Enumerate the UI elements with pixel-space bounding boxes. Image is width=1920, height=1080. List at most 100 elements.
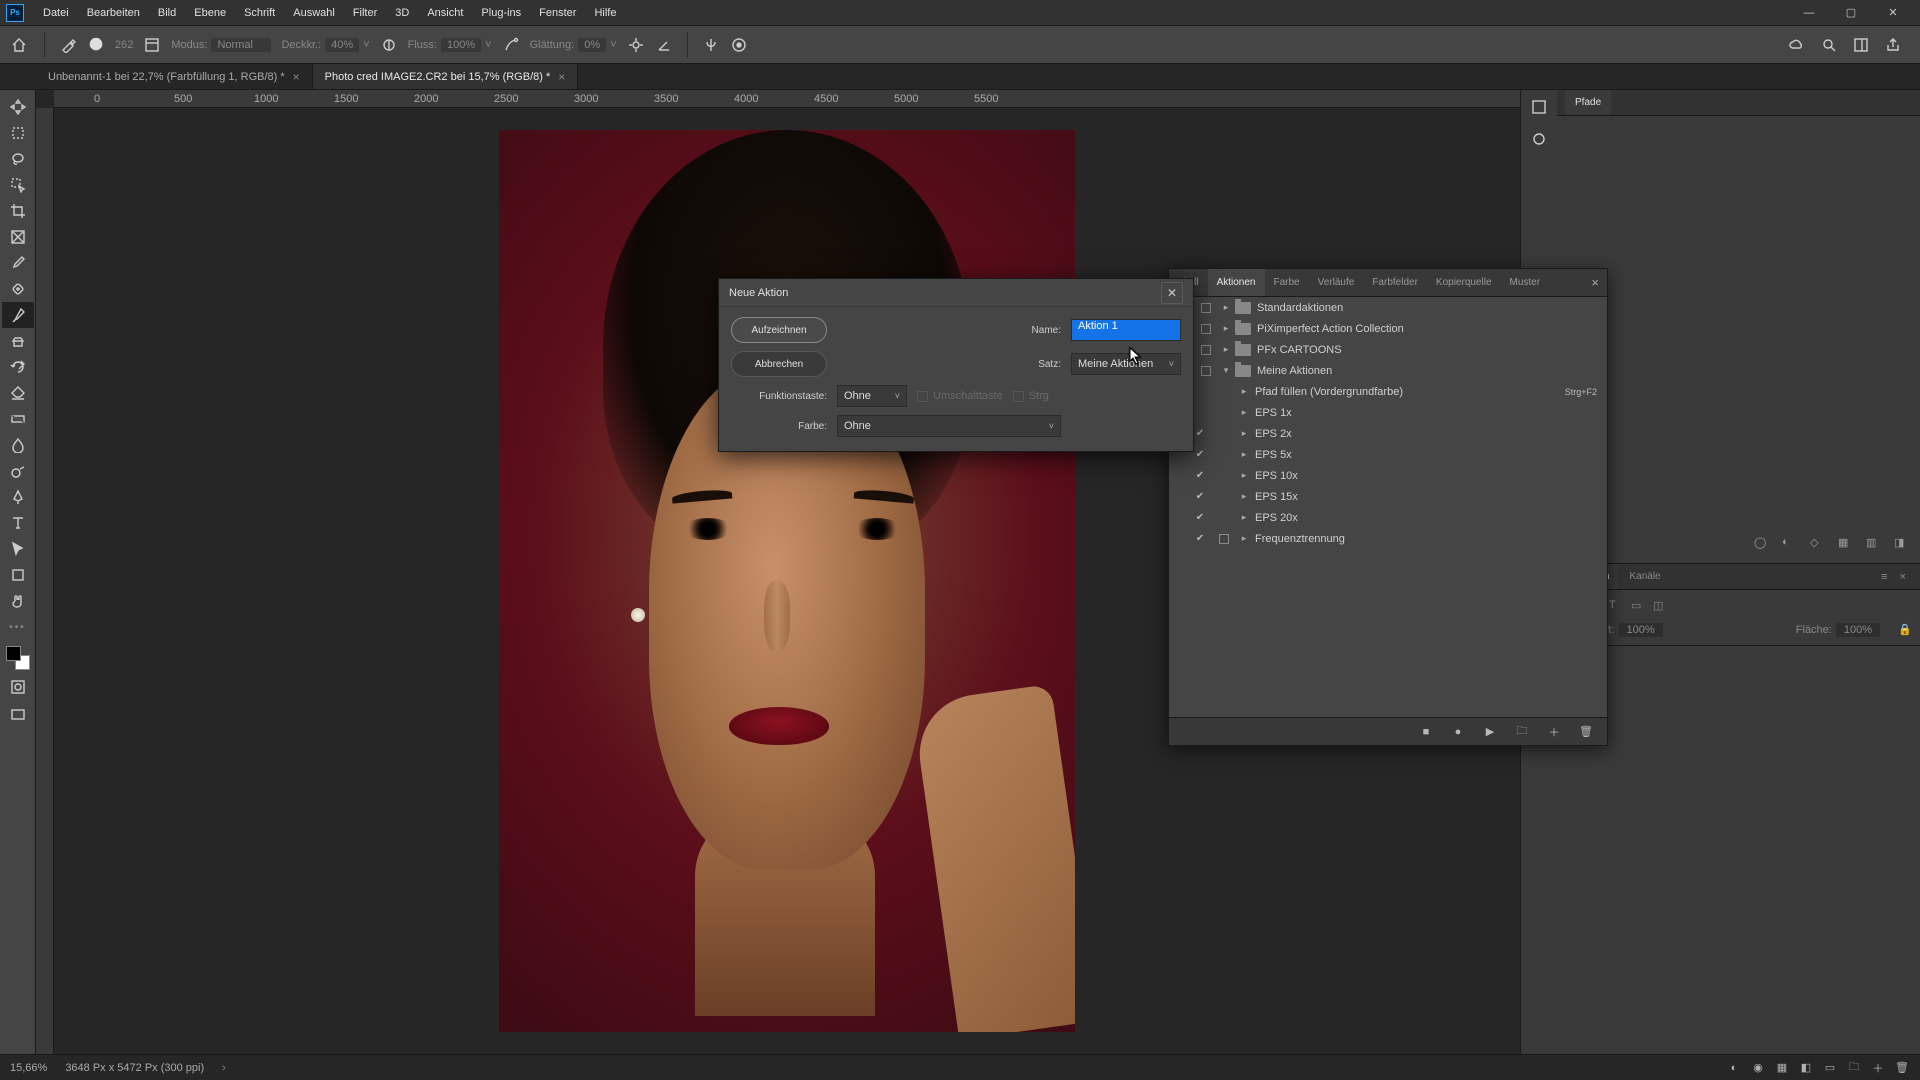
smoothing-options-icon[interactable] (627, 36, 645, 54)
filter-smart-icon[interactable]: ◫ (1653, 599, 1667, 613)
pen-tool[interactable] (2, 484, 34, 510)
close-icon[interactable]: × (1583, 275, 1607, 290)
toggle-check-icon[interactable]: ✔ (1187, 470, 1213, 481)
stop-record-icon[interactable]: ■ (1419, 725, 1433, 739)
action-item[interactable]: ✔EPS 5x (1169, 444, 1607, 465)
action-set-select[interactable]: Meine Aktionen˅ (1071, 353, 1181, 375)
adjustment-icon[interactable]: ◇ (1810, 536, 1826, 552)
action-set[interactable]: ✔Meine Aktionen (1169, 360, 1607, 381)
close-icon[interactable]: ✕ (1161, 282, 1183, 304)
healing-brush-tool[interactable] (2, 276, 34, 302)
menu-view[interactable]: Ansicht (418, 0, 472, 25)
menu-image[interactable]: Bild (149, 0, 185, 25)
clone-stamp-tool[interactable] (2, 328, 34, 354)
paths-panel-body[interactable] (1557, 116, 1920, 524)
footer-icon[interactable]: ◉ (1750, 1060, 1766, 1076)
angle-icon[interactable] (655, 36, 673, 54)
action-item[interactable]: ✔Frequenztrennung (1169, 528, 1607, 549)
ctrl-checkbox[interactable]: Strg (1013, 390, 1049, 402)
footer-mask-icon[interactable]: ◧ (1798, 1060, 1814, 1076)
brush-panel-toggle-icon[interactable] (143, 36, 161, 54)
pressure-opacity-icon[interactable] (380, 36, 398, 54)
function-key-select[interactable]: Ohne˅ (837, 385, 907, 407)
window-close-button[interactable]: ✕ (1872, 0, 1914, 25)
layer-fill-field[interactable]: Fläche: 100% (1796, 623, 1880, 637)
close-icon[interactable]: × (1894, 571, 1912, 583)
adjustment-icon[interactable]: ▥ (1866, 536, 1882, 552)
brush-size-preview-icon[interactable] (87, 36, 105, 54)
action-item[interactable]: ✔EPS 20x (1169, 507, 1607, 528)
action-set[interactable]: ✔PiXimperfect Action Collection (1169, 318, 1607, 339)
panel-tab-paths[interactable]: Pfade (1565, 90, 1611, 115)
brush-tool-preset-icon[interactable] (59, 36, 77, 54)
quick-mask-button[interactable] (7, 676, 29, 698)
object-select-tool[interactable] (2, 172, 34, 198)
filter-type-icon[interactable]: T (1609, 599, 1623, 613)
adjustment-icon[interactable]: ◨ (1894, 536, 1910, 552)
path-select-tool[interactable] (2, 536, 34, 562)
adjustment-icon[interactable]: ▦ (1838, 536, 1854, 552)
crop-tool[interactable] (2, 198, 34, 224)
type-tool[interactable] (2, 510, 34, 536)
cloud-docs-icon[interactable] (1788, 36, 1806, 54)
blend-mode-field[interactable]: Modus: Normal (171, 38, 271, 52)
menu-filter[interactable]: Filter (344, 0, 386, 25)
menu-select[interactable]: Auswahl (284, 0, 344, 25)
toggle-dialog-icon[interactable] (1195, 345, 1217, 355)
blur-tool[interactable] (2, 432, 34, 458)
menu-file[interactable]: Datei (34, 0, 78, 25)
expand-icon[interactable] (1235, 512, 1253, 523)
action-item[interactable]: EPS 1x (1169, 402, 1607, 423)
window-maximize-button[interactable]: ▢ (1830, 0, 1872, 25)
toggle-check-icon[interactable]: ✔ (1187, 512, 1213, 523)
panel-menu-icon[interactable]: ≡ (1875, 571, 1893, 583)
document-tab[interactable]: Unbenannt-1 bei 22,7% (Farbfüllung 1, RG… (36, 64, 313, 89)
workspace-icon[interactable] (1852, 36, 1870, 54)
flow-field[interactable]: Fluss: 100%˅ (408, 38, 492, 52)
expand-icon[interactable] (1217, 323, 1235, 334)
expand-icon[interactable] (1235, 491, 1253, 502)
expand-icon[interactable] (1235, 386, 1253, 397)
trash-icon[interactable]: 🗑 (1579, 725, 1593, 739)
expand-icon[interactable] (1217, 302, 1235, 313)
collapsed-panel-icon[interactable] (1528, 128, 1550, 150)
gradient-tool[interactable] (2, 406, 34, 432)
lasso-tool[interactable] (2, 146, 34, 172)
shift-checkbox[interactable]: Umschalttaste (917, 390, 1003, 402)
footer-folder-icon[interactable]: 🗀 (1846, 1060, 1862, 1076)
filter-shape-icon[interactable]: ▭ (1631, 599, 1645, 613)
document-tab[interactable]: Photo cred IMAGE2.CR2 bei 15,7% (RGB/8) … (313, 64, 579, 89)
dialog-title-bar[interactable]: Neue Aktion ✕ (719, 279, 1193, 307)
brush-tool[interactable] (2, 302, 34, 328)
record-button[interactable]: Aufzeichnen (731, 317, 827, 343)
expand-icon[interactable] (1235, 407, 1253, 418)
brush-size-readout[interactable]: 262 (115, 39, 133, 51)
share-icon[interactable] (1884, 36, 1902, 54)
canvas-document[interactable] (499, 130, 1075, 1032)
window-minimize-button[interactable]: — (1788, 0, 1830, 25)
search-icon[interactable] (1820, 36, 1838, 54)
lock-icon[interactable]: 🔒 (1898, 623, 1912, 637)
document-dimensions[interactable]: 3648 Px x 5472 Px (300 ppi) (65, 1062, 204, 1074)
panel-tab[interactable]: Muster (1501, 269, 1550, 296)
smoothing-field[interactable]: Glättung: 0%˅ (530, 38, 617, 52)
menu-type[interactable]: Schrift (235, 0, 284, 25)
menu-layer[interactable]: Ebene (185, 0, 235, 25)
adjustment-icon[interactable]: ◯ (1754, 536, 1770, 552)
panel-tab-channels[interactable]: Kanäle (1619, 564, 1670, 589)
record-icon[interactable]: ● (1451, 725, 1465, 739)
expand-icon[interactable] (1235, 449, 1253, 460)
dodge-tool[interactable] (2, 458, 34, 484)
color-swatches[interactable] (6, 646, 30, 670)
toggle-check-icon[interactable]: ✔ (1187, 491, 1213, 502)
trash-icon[interactable]: 🗑 (1894, 1060, 1910, 1076)
action-name-input[interactable]: Aktion 1 (1071, 319, 1181, 341)
expand-icon[interactable] (1235, 428, 1253, 439)
toggle-dialog-icon[interactable] (1195, 324, 1217, 334)
panel-tab[interactable]: Farbe (1265, 269, 1309, 296)
home-icon[interactable] (8, 34, 30, 56)
menu-edit[interactable]: Bearbeiten (78, 0, 149, 25)
new-set-icon[interactable]: 🗀 (1515, 725, 1529, 739)
zoom-level[interactable]: 15,66% (10, 1062, 47, 1074)
action-item[interactable]: Pfad füllen (Vordergrundfarbe)Strg+F2 (1169, 381, 1607, 402)
